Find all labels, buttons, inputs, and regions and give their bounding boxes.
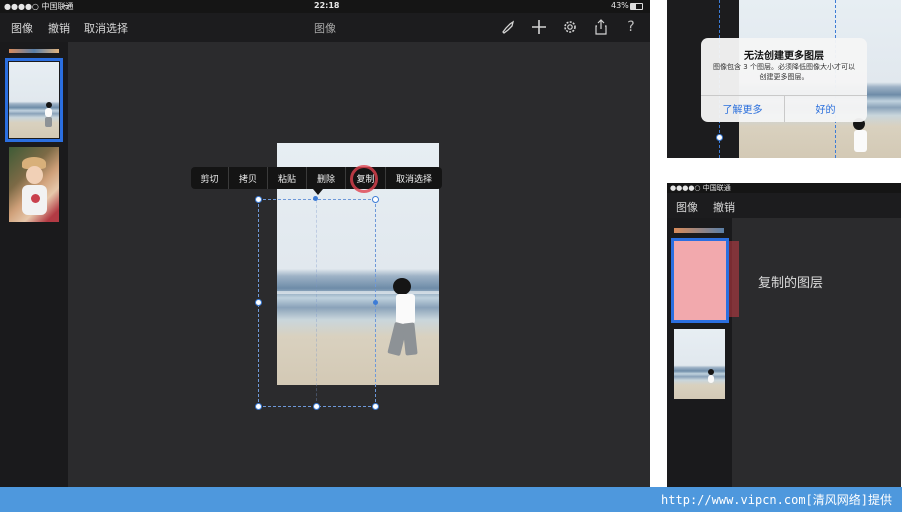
watermark-bar: http://www.vipcn.com[清风网络]提供 bbox=[0, 487, 902, 512]
child-leg-right bbox=[402, 322, 418, 356]
duplicate-layer-caption: 复制的图层 bbox=[758, 276, 824, 291]
battery-percent: 43% bbox=[611, 1, 629, 10]
panel1-handle bbox=[716, 134, 723, 141]
menu-copy[interactable]: 拷贝 bbox=[229, 167, 268, 189]
panel2-carrier: ●●●●○ 中国联通 bbox=[670, 184, 731, 192]
selection-box[interactable] bbox=[258, 199, 376, 407]
layers-sidebar bbox=[0, 42, 68, 487]
resize-handle-bottom[interactable] bbox=[313, 403, 320, 410]
panel2-layer-photo[interactable] bbox=[674, 329, 725, 399]
alert-title: 无法创建更多图层 bbox=[744, 51, 824, 62]
panel2-nav-bar: 图像 撤销 bbox=[667, 193, 901, 218]
tap-highlight-ring bbox=[350, 165, 378, 193]
resize-handle-right[interactable] bbox=[373, 300, 378, 305]
selection-guide bbox=[316, 200, 317, 406]
resize-handle-br[interactable] bbox=[372, 403, 379, 410]
learn-more-button[interactable]: 了解更多 bbox=[701, 95, 784, 122]
panel2-image-button[interactable]: 图像 bbox=[676, 199, 698, 215]
status-bar: ●●●●○ 中国联通 ᯤ 22:18 43% bbox=[0, 0, 650, 13]
child-head bbox=[393, 278, 411, 295]
image-button[interactable]: 图像 bbox=[11, 20, 33, 36]
plus-icon[interactable] bbox=[529, 17, 549, 37]
battery-icon bbox=[630, 3, 643, 10]
layer-thumb-selected[interactable] bbox=[5, 58, 63, 142]
clock: 22:18 bbox=[314, 1, 340, 10]
resize-handle-bl[interactable] bbox=[255, 403, 262, 410]
help-icon[interactable]: ? bbox=[621, 17, 641, 37]
menu-delete[interactable]: 删除 bbox=[307, 167, 346, 189]
undo-button[interactable]: 撤销 bbox=[48, 20, 70, 36]
watermark-text: http://www.vipcn.com[清风网络]提供 bbox=[661, 493, 892, 507]
child-shirt bbox=[396, 294, 415, 324]
menu-cut[interactable]: 剪切 bbox=[191, 167, 229, 189]
duplicate-layer-screenshot: ●●●●○ 中国联通 图像 撤销 复制的图层 bbox=[667, 183, 901, 487]
alert-dialog: 无法创建更多图层 图像包含 3 个图层。必须降低图像大小才可以创建更多图层。 了… bbox=[701, 38, 867, 122]
share-icon[interactable] bbox=[591, 17, 611, 37]
wifi-icon: ᯤ bbox=[63, 2, 71, 11]
duplicated-layer-thumb[interactable] bbox=[671, 238, 729, 323]
nav-bar: 图像 撤销 取消选择 图像 ? bbox=[0, 13, 650, 42]
panel2-status-bar: ●●●●○ 中国联通 bbox=[667, 183, 901, 193]
beach-photo-thumb bbox=[9, 62, 59, 138]
panel2-layer-partial[interactable] bbox=[674, 228, 724, 233]
layer-thumb-girl[interactable] bbox=[9, 147, 59, 222]
duplicate-layer-edge bbox=[729, 241, 739, 317]
deselect-button[interactable]: 取消选择 bbox=[84, 20, 128, 36]
gear-icon[interactable] bbox=[560, 17, 580, 37]
brush-icon[interactable] bbox=[498, 17, 518, 37]
page-title: 图像 bbox=[314, 22, 336, 35]
resize-handle-left[interactable] bbox=[255, 299, 262, 306]
ok-button[interactable]: 好的 bbox=[784, 95, 867, 122]
layer-thumb-partial[interactable] bbox=[9, 49, 59, 53]
alert-screenshot: 无法创建更多图层 图像包含 3 个图层。必须降低图像大小才可以创建更多图层。 了… bbox=[667, 0, 901, 158]
alert-message: 图像包含 3 个图层。必须降低图像大小才可以创建更多图层。 bbox=[713, 63, 855, 81]
main-screen: ●●●●○ 中国联通 ᯤ 22:18 43% 图像 撤销 取消选择 图像 ? 剪… bbox=[0, 0, 650, 487]
menu-paste[interactable]: 粘贴 bbox=[268, 167, 307, 189]
resize-handle-top[interactable] bbox=[313, 196, 318, 201]
resize-handle-tl[interactable] bbox=[255, 196, 262, 203]
context-menu: 剪切 拷贝 粘贴 删除 复制 取消选择 bbox=[191, 167, 442, 189]
shirt-print bbox=[31, 194, 40, 203]
menu-pointer bbox=[313, 189, 323, 195]
menu-deselect[interactable]: 取消选择 bbox=[386, 167, 442, 189]
girl-face bbox=[26, 166, 43, 184]
panel2-undo-button[interactable]: 撤销 bbox=[713, 199, 735, 215]
resize-handle-tr[interactable] bbox=[372, 196, 379, 203]
